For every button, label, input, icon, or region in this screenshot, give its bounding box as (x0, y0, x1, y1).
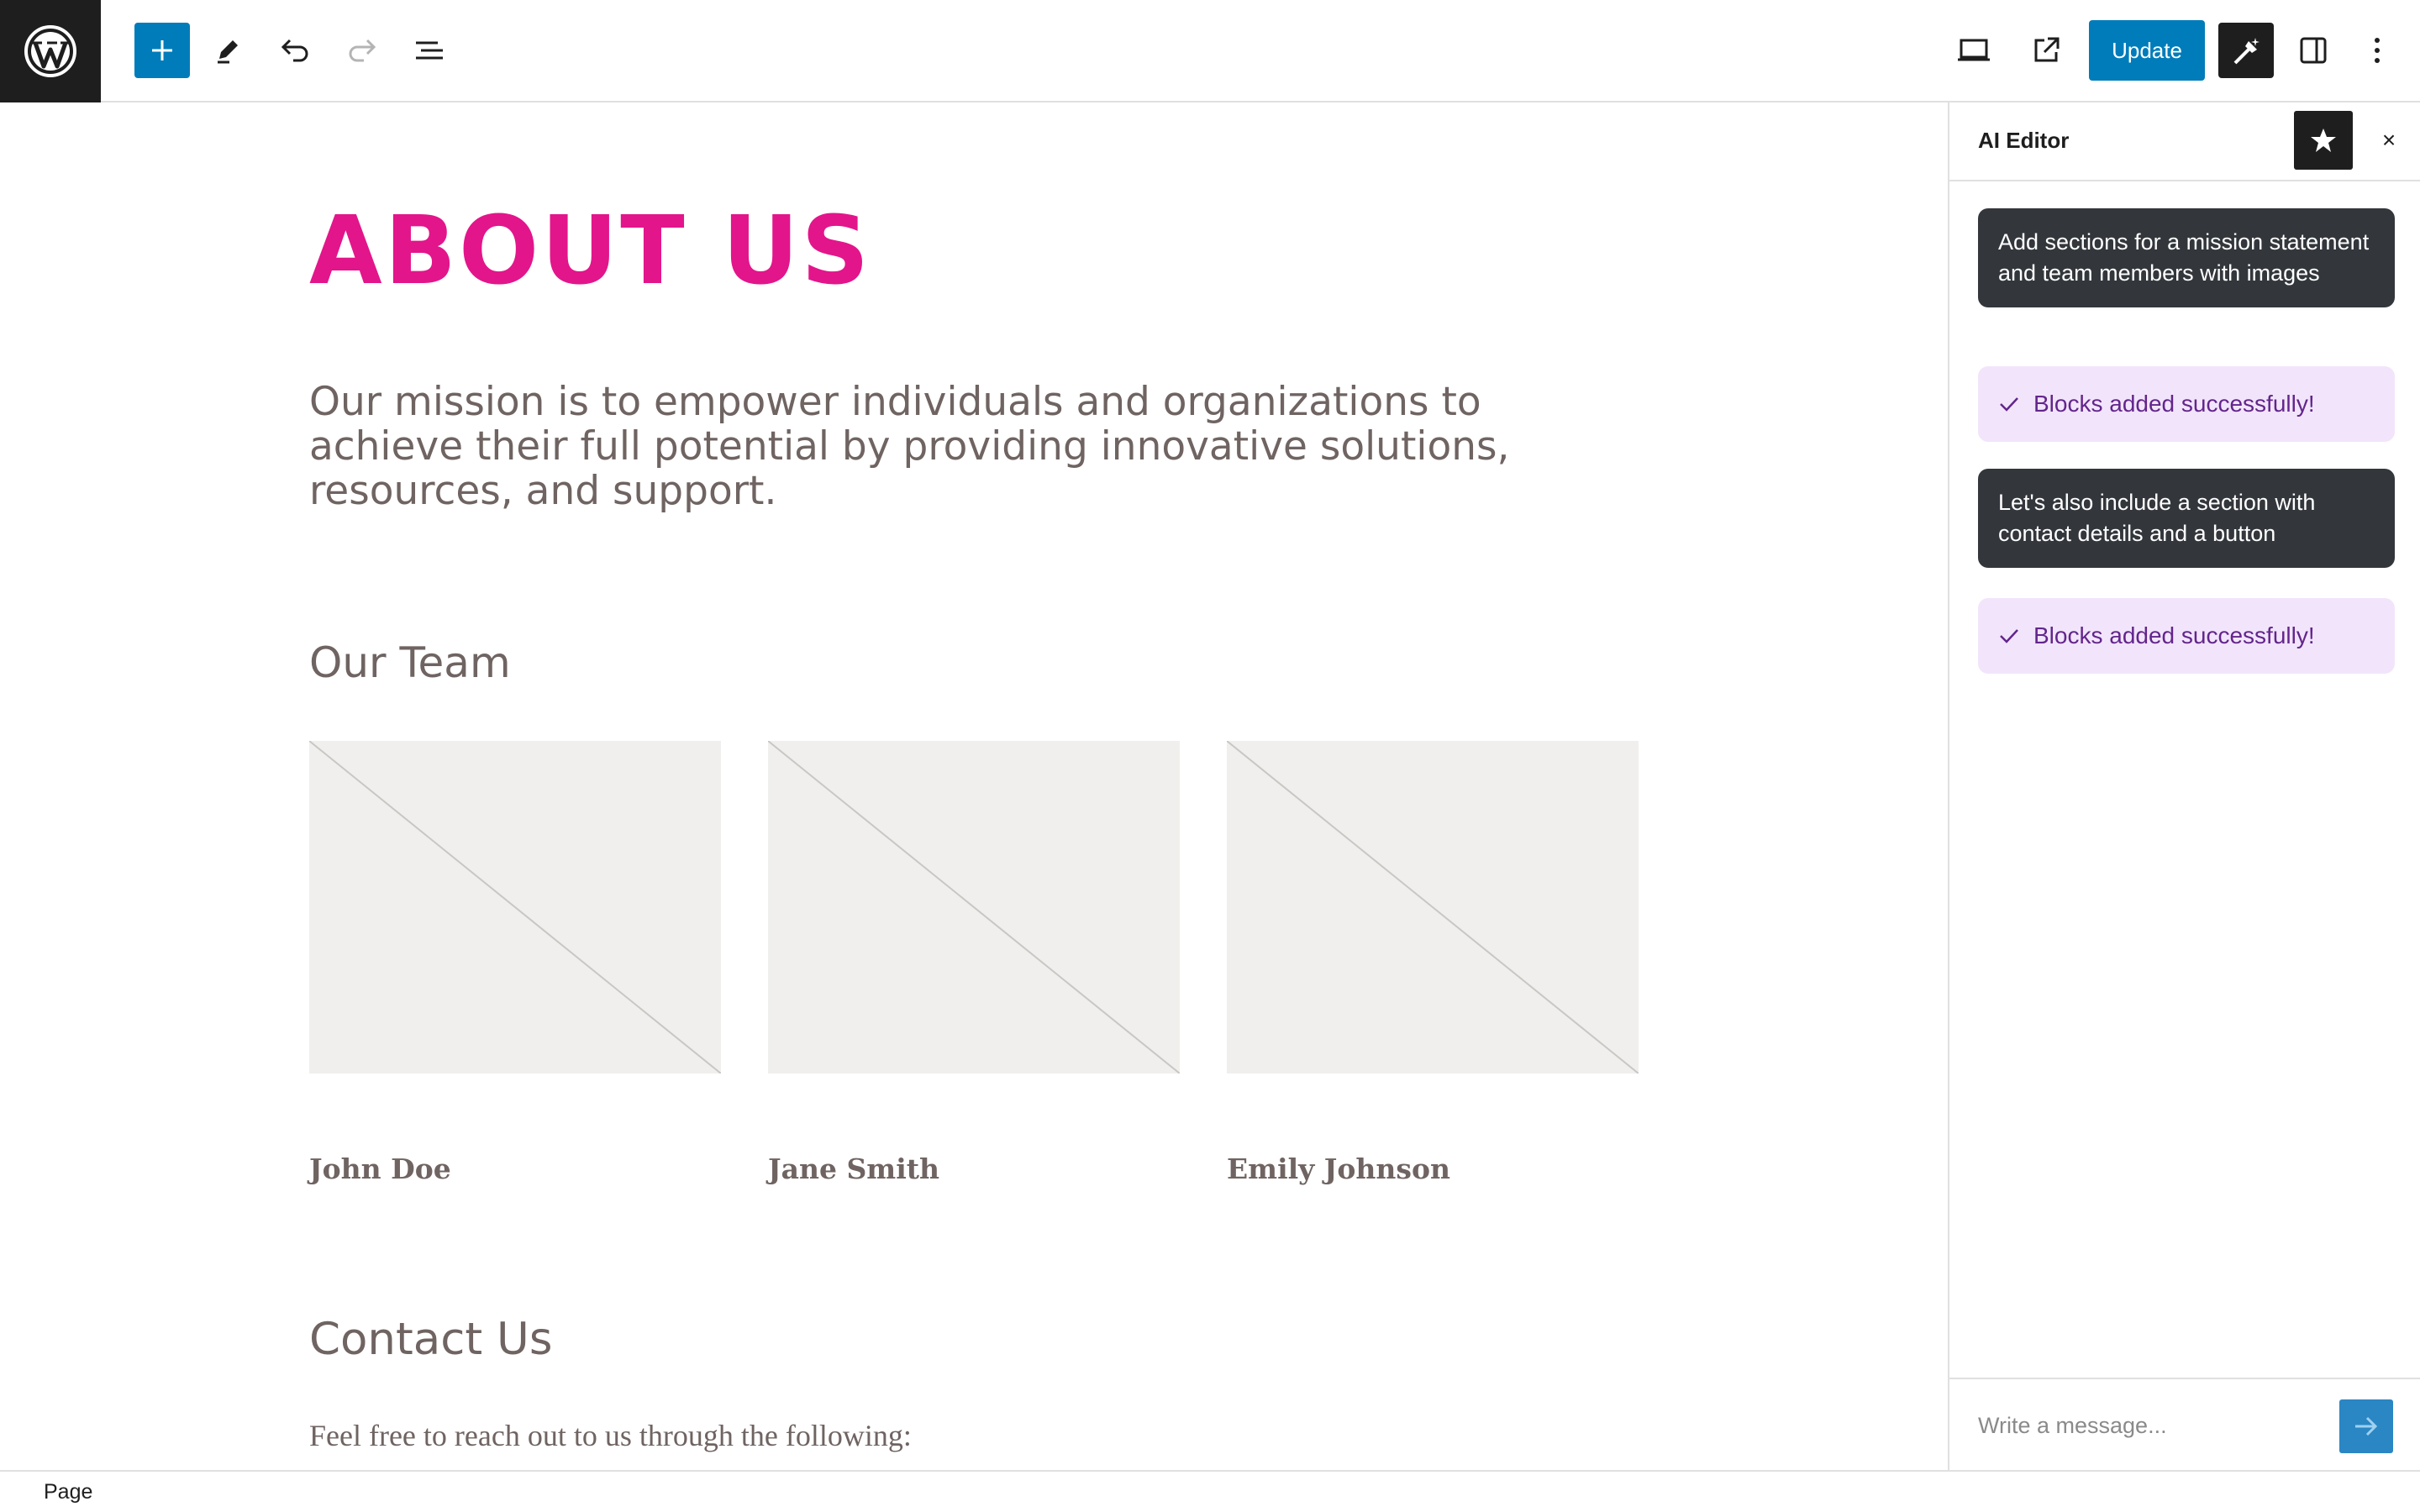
status-message: Blocks added successfully! (1978, 366, 2395, 442)
team-member-name[interactable]: John Doe (309, 1152, 451, 1185)
device-preview-button[interactable] (1946, 23, 2002, 78)
team-member-card: Jane Smith (768, 741, 1180, 1185)
page-title[interactable]: ABOUT US (309, 195, 871, 307)
message-composer (1949, 1378, 2420, 1470)
plus-icon (152, 40, 172, 60)
team-member-card: Emily Johnson (1227, 741, 1639, 1185)
settings-sidebar-button[interactable] (2286, 23, 2341, 78)
team-member-card: John Doe (309, 741, 721, 1185)
redo-button[interactable] (334, 23, 390, 78)
team-member-name[interactable]: Jane Smith (768, 1152, 939, 1185)
ai-editor-header: AI Editor × (1949, 102, 2420, 181)
status-message-text: Blocks added successfully! (2033, 391, 2315, 417)
wordpress-logo[interactable] (0, 0, 101, 102)
editor-canvas: ABOUT US Our mission is to empower indiv… (0, 102, 1948, 1470)
team-heading[interactable]: Our Team (309, 638, 511, 687)
image-placeholder[interactable] (309, 741, 721, 1074)
ai-editor-title: AI Editor (1978, 128, 2070, 153)
external-link-icon (2034, 37, 2060, 62)
pencil-icon (218, 40, 238, 64)
editor-toolbar: Update (0, 0, 2420, 102)
more-vertical-icon (2375, 38, 2380, 63)
favorite-button[interactable] (2294, 111, 2353, 170)
ai-editor-toggle-button[interactable] (2218, 23, 2274, 78)
user-message: Let's also include a section with contac… (1978, 469, 2395, 568)
editor-footer-breadcrumb: Page (0, 1470, 2420, 1512)
update-button[interactable]: Update (2089, 20, 2205, 81)
arrow-right-icon (2355, 1416, 2378, 1436)
block-inserter-button[interactable] (134, 23, 190, 78)
undo-icon (281, 39, 308, 62)
sidebar-icon (2300, 37, 2327, 64)
breadcrumb-page[interactable]: Page (44, 1480, 92, 1504)
view-page-button[interactable] (2018, 23, 2074, 78)
tools-button[interactable] (200, 23, 255, 78)
list-view-icon (416, 41, 443, 60)
ai-editor-sidebar: AI Editor × Add sections for a mission s… (1948, 102, 2420, 1470)
desktop-icon (1958, 39, 1990, 61)
redo-icon (349, 39, 376, 62)
options-button[interactable] (2349, 23, 2405, 78)
contact-heading[interactable]: Contact Us (309, 1314, 552, 1365)
message-input[interactable] (1978, 1404, 2331, 1446)
close-icon: × (2381, 127, 2396, 153)
image-placeholder[interactable] (1227, 741, 1639, 1074)
status-message-text: Blocks added successfully! (2033, 622, 2315, 648)
ai-wand-icon (2233, 38, 2260, 65)
image-placeholder[interactable] (768, 741, 1180, 1074)
check-icon (1998, 625, 2020, 647)
send-button[interactable] (2339, 1399, 2393, 1453)
user-message: Add sections for a mission statement and… (1978, 208, 2395, 307)
undo-button[interactable] (267, 23, 323, 78)
team-member-name[interactable]: Emily Johnson (1227, 1152, 1450, 1185)
contact-text[interactable]: Feel free to reach out to us through the… (309, 1418, 912, 1453)
mission-statement[interactable]: Our mission is to empower individuals an… (309, 380, 1528, 513)
close-button[interactable]: × (2370, 121, 2408, 160)
status-message: Blocks added successfully! (1978, 598, 2395, 674)
document-overview-button[interactable] (402, 23, 457, 78)
check-icon (1998, 393, 2020, 415)
star-icon (2311, 129, 2336, 152)
